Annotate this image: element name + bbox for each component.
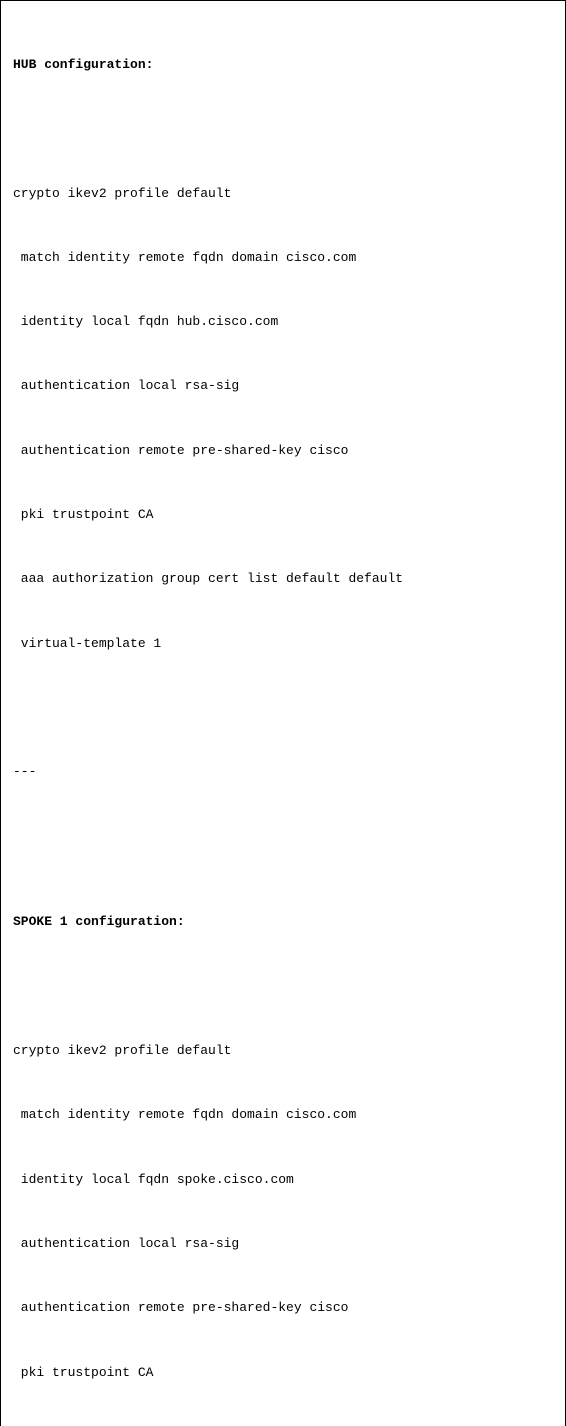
hub-cmd-2: match identity remote fqdn domain cisco.… — [13, 247, 553, 268]
hub-separator: --- — [13, 761, 553, 782]
hub-blank-3 — [13, 826, 553, 847]
spoke1-cmd-4: authentication local rsa-sig — [13, 1233, 553, 1254]
hub-cmd-6: pki trustpoint CA — [13, 504, 553, 525]
spoke1-cmd-2: match identity remote fqdn domain cisco.… — [13, 1104, 553, 1125]
hub-cmd-8: virtual-template 1 — [13, 633, 553, 654]
spoke1-cmd-5: authentication remote pre-shared-key cis… — [13, 1297, 553, 1318]
hub-blank-2 — [13, 697, 553, 718]
hub-header: HUB configuration: — [13, 54, 553, 75]
spoke1-cmd-3: identity local fqdn spoke.cisco.com — [13, 1169, 553, 1190]
hub-cmd-4: authentication local rsa-sig — [13, 375, 553, 396]
spoke1-cmd-1: crypto ikev2 profile default — [13, 1040, 553, 1061]
hub-blank-1 — [13, 118, 553, 139]
hub-cmd-7: aaa authorization group cert list defaul… — [13, 568, 553, 589]
hub-cmd-3: identity local fqdn hub.cisco.com — [13, 311, 553, 332]
spoke1-header: SPOKE 1 configuration: — [13, 911, 553, 932]
hub-cmd-1: crypto ikev2 profile default — [13, 183, 553, 204]
hub-cmd-5: authentication remote pre-shared-key cis… — [13, 440, 553, 461]
spoke1-cmd-6: pki trustpoint CA — [13, 1362, 553, 1383]
code-block: HUB configuration: crypto ikev2 profile … — [0, 0, 566, 1426]
spoke1-blank-1 — [13, 976, 553, 997]
